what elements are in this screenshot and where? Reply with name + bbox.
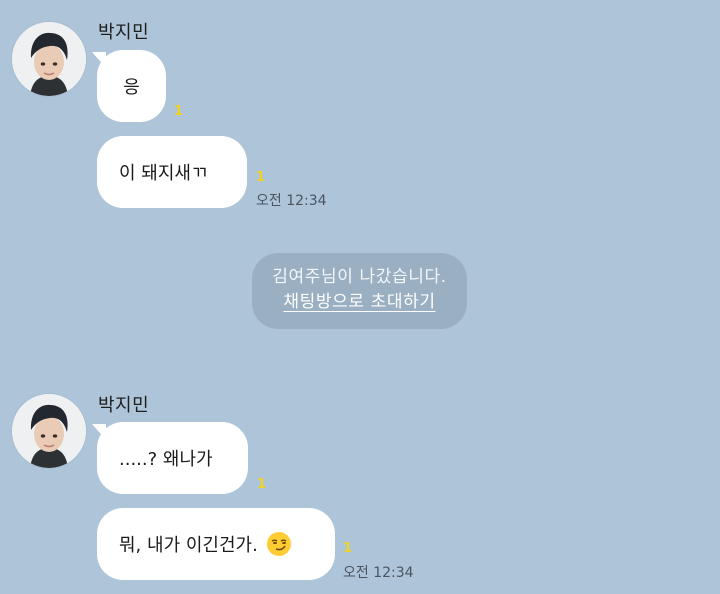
sender-avatar[interactable] — [12, 394, 86, 468]
sender-name: 박지민 — [98, 22, 150, 43]
message-bubble[interactable]: 응 — [97, 50, 166, 122]
system-notice: 김여주님이 나갔습니다. 채팅방으로 초대하기 — [252, 253, 467, 329]
message-bubble[interactable]: 뭐, 내가 이긴건가. — [97, 508, 335, 580]
unread-count: 1 — [343, 541, 353, 556]
message-bubble[interactable]: .....? 왜나가 — [97, 422, 248, 494]
message-text: 뭐, 내가 이긴건가. — [119, 535, 258, 556]
profile-photo-icon — [12, 394, 86, 468]
message-time: 오전 12:34 — [256, 193, 327, 209]
unread-count: 1 — [256, 170, 266, 185]
sender-avatar[interactable] — [12, 22, 86, 96]
smirk-emoji-icon — [266, 531, 292, 557]
profile-photo-icon — [12, 22, 86, 96]
message-text: 이 돼지새ㄲ — [119, 163, 208, 184]
leave-notice-text: 김여주님이 나갔습니다. — [272, 267, 447, 287]
message-time: 오전 12:34 — [343, 565, 414, 581]
message-text: 응 — [123, 77, 140, 98]
unread-count: 1 — [257, 477, 267, 492]
invite-to-chatroom-link[interactable]: 채팅방으로 초대하기 — [283, 290, 435, 314]
message-text: .....? 왜나가 — [119, 449, 213, 470]
unread-count: 1 — [174, 104, 184, 119]
sender-name: 박지민 — [98, 395, 150, 416]
message-bubble[interactable]: 이 돼지새ㄲ — [97, 136, 247, 208]
